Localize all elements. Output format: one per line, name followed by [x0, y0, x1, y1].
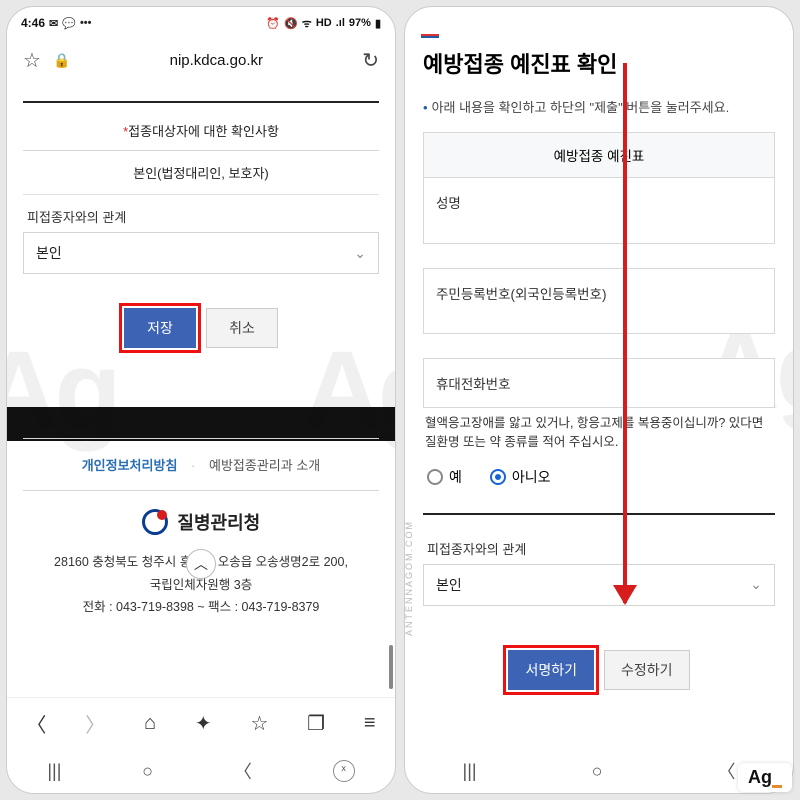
bookmark-star-icon[interactable]: ☆: [23, 48, 41, 73]
cancel-button[interactable]: 취소: [206, 308, 278, 348]
ag-badge: Ag: [738, 763, 792, 792]
sign-button[interactable]: 서명하기: [508, 650, 594, 690]
radio-icon: [490, 469, 506, 485]
annotation-arrow: [623, 63, 627, 603]
browser-bottom-nav: 〈 〉 ⌂ ✦ ☆ ❐ ≡: [7, 697, 395, 749]
scroll-to-top-button[interactable]: ︿: [186, 549, 216, 579]
chevron-down-icon: ⌄: [354, 245, 366, 262]
side-watermark-text: ANTENNAGOM.COM: [404, 520, 414, 636]
vibrate-icon: 🔇: [284, 17, 298, 30]
wifi-icon: ᯤ: [302, 16, 312, 31]
signal-icon: .ıl: [336, 17, 345, 29]
sys-home-icon[interactable]: ○: [592, 761, 603, 782]
relation-label: 피접종자와의 관계: [423, 523, 775, 564]
system-nav: ||| ○ 〈 ᕽ: [7, 749, 395, 793]
divider: [23, 101, 379, 103]
radio-yes[interactable]: 예: [427, 467, 462, 487]
lock-icon: 🔒: [53, 52, 70, 69]
sys-back-icon[interactable]: 〈: [717, 758, 735, 784]
kdca-logo-icon: [142, 509, 168, 535]
form-area: 예방접종 예진표 성명 주민등록번호(외국인등록번호) 휴대전화번호 혈액응고장…: [405, 132, 793, 700]
flag-bar: [405, 25, 793, 33]
bullet-icon: •: [423, 100, 428, 115]
phone-row: 휴대전화번호: [423, 358, 775, 408]
button-row: 저장 취소: [23, 308, 379, 348]
about-link[interactable]: 예방접종관리과 소개: [209, 458, 320, 473]
edit-button[interactable]: 수정하기: [604, 650, 690, 690]
system-nav: ||| ○ 〈: [405, 749, 793, 793]
page-content: *접종대상자에 대한 확인사항 본인(법정대리인, 보호자) 피접종자와의 관계…: [7, 85, 395, 697]
more-icon: •••: [80, 17, 92, 29]
sys-home-icon[interactable]: ○: [142, 761, 153, 782]
nav-home-icon[interactable]: ⌂: [144, 712, 156, 735]
nav-forward-icon[interactable]: 〉: [85, 709, 105, 738]
status-bar: 4:46 ✉ 💬 ••• ⏰ 🔇 ᯤ HD .ıl 97% ▮: [7, 7, 395, 35]
left-phone: Ag Ag 4:46 ✉ 💬 ••• ⏰ 🔇 ᯤ HD .ıl 97% ▮ ☆: [6, 6, 396, 794]
section-title: *접종대상자에 대한 확인사항: [23, 111, 379, 151]
nav-tabs-icon[interactable]: ❐: [307, 711, 325, 736]
sys-back-icon[interactable]: 〈: [234, 758, 252, 784]
battery-text: 97%: [349, 17, 371, 29]
question-text: 혈액응고장애를 앓고 있거나, 항응고제를 복용중이십니까? 있다면 질환명 또…: [423, 408, 775, 463]
dot: ·: [191, 458, 195, 473]
save-button[interactable]: 저장: [124, 308, 196, 348]
name-row: 성명: [423, 178, 775, 244]
principal-row: 본인(법정대리인, 보호자): [23, 151, 379, 195]
hd-icon: HD: [316, 17, 332, 29]
scrollbar[interactable]: [389, 645, 393, 689]
nav-back-icon[interactable]: 〈: [26, 709, 46, 738]
nav-sparkle-icon[interactable]: ✦: [195, 711, 212, 736]
alarm-icon: ⏰: [266, 17, 280, 30]
relation-value: 본인: [436, 575, 462, 595]
button-row: 서명하기 수정하기: [423, 650, 775, 690]
chat-icon: 💬: [62, 17, 76, 30]
sys-recents-icon[interactable]: |||: [463, 761, 477, 782]
instruction-text: •아래 내용을 확인하고 하단의 "제출" 버튼을 눌러주세요.: [405, 89, 793, 132]
relation-value: 본인: [36, 243, 62, 263]
sys-recents-icon[interactable]: |||: [47, 761, 61, 782]
relation-select[interactable]: 본인 ⌄: [23, 232, 379, 274]
footer-links: 개인정보처리방침 · 예방접종관리과 소개: [23, 438, 379, 491]
mail-icon: ✉: [49, 17, 58, 30]
agency-name: 질병관리청: [177, 513, 260, 533]
radio-icon: [427, 469, 443, 485]
battery-icon: ▮: [375, 17, 381, 30]
divider: [423, 513, 775, 515]
agency-block: 질병관리청: [23, 509, 379, 535]
radio-group: 예 아니오: [423, 463, 775, 505]
chevron-down-icon: ⌄: [750, 576, 762, 593]
nav-bookmark-icon[interactable]: ☆: [250, 711, 268, 736]
rrn-row: 주민등록번호(외국인등록번호): [423, 268, 775, 334]
nav-menu-icon[interactable]: ≡: [364, 712, 376, 735]
browser-address-bar: ☆ 🔒 nip.kdca.go.kr ↻: [7, 35, 395, 85]
relation-label: 피접종자와의 관계: [23, 195, 379, 232]
url-text[interactable]: nip.kdca.go.kr: [170, 52, 263, 69]
refresh-icon[interactable]: ↻: [362, 48, 379, 73]
sys-accessibility-icon[interactable]: ᕽ: [333, 760, 355, 782]
table-header: 예방접종 예진표: [423, 132, 775, 178]
privacy-link[interactable]: 개인정보처리방침: [82, 458, 178, 473]
relation-select[interactable]: 본인 ⌄: [423, 564, 775, 606]
clock: 4:46: [21, 16, 45, 30]
right-phone: Ag 예방접종 예진표 확인 •아래 내용을 확인하고 하단의 "제출" 버튼을…: [404, 6, 794, 794]
radio-no[interactable]: 아니오: [490, 467, 551, 487]
page-title: 예방접종 예진표 확인: [405, 33, 793, 89]
